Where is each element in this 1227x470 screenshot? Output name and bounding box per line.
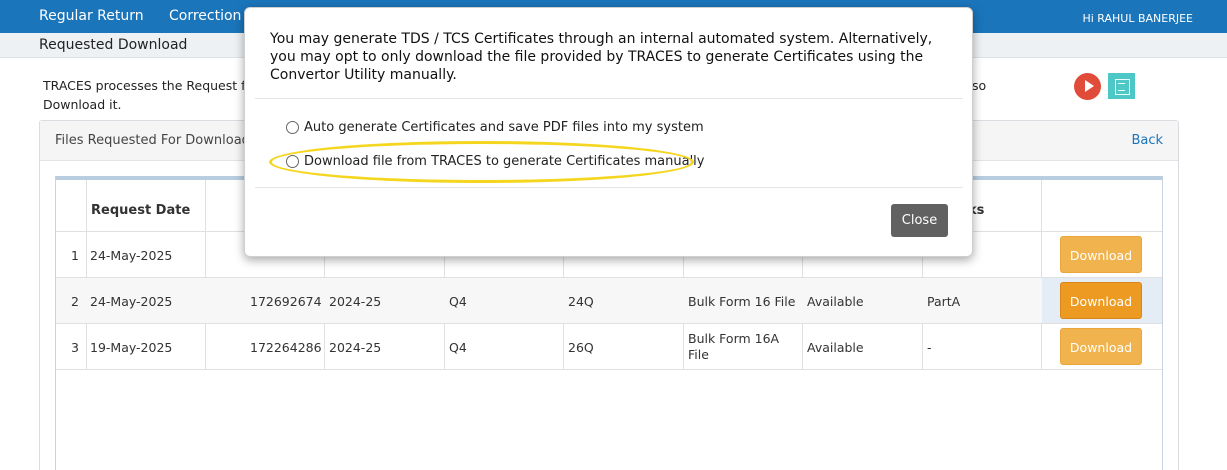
request-date: 24-May-2025 bbox=[90, 294, 173, 309]
radio-auto-generate[interactable] bbox=[286, 121, 299, 134]
quarter: Q4 bbox=[449, 340, 467, 355]
user-greeting: Hi RAHUL BANERJEE bbox=[1082, 12, 1193, 25]
modal-divider bbox=[255, 187, 963, 188]
option-auto-label: Auto generate Certificates and save PDF … bbox=[304, 120, 704, 135]
status: Available bbox=[807, 294, 864, 309]
financial-year: 2024-25 bbox=[329, 294, 382, 309]
status: Available bbox=[807, 340, 864, 355]
remarks: - bbox=[927, 340, 932, 355]
info-line1-end: so bbox=[972, 78, 987, 93]
download-button[interactable]: Download bbox=[1060, 328, 1142, 365]
form-type: 24Q bbox=[568, 294, 594, 309]
request-number: 172264286 bbox=[250, 340, 322, 355]
remarks: PartA bbox=[927, 294, 961, 309]
page-title: Requested Download bbox=[39, 37, 188, 53]
info-line2: Download it. bbox=[43, 97, 122, 112]
row-number: 3 bbox=[71, 340, 79, 355]
document-icon[interactable] bbox=[1108, 73, 1135, 99]
file-type-line2: File bbox=[688, 347, 709, 362]
nav-correction[interactable]: Correction bbox=[169, 8, 241, 24]
row-number: 2 bbox=[71, 294, 79, 309]
highlight-annotation bbox=[269, 141, 694, 183]
financial-year: 2024-25 bbox=[329, 340, 382, 355]
request-number: 172692674 bbox=[250, 294, 322, 309]
play-icon[interactable] bbox=[1074, 73, 1101, 100]
download-button[interactable]: Download bbox=[1060, 236, 1142, 273]
panel-title: Files Requested For Download bbox=[55, 133, 250, 148]
table-row: 3 19-May-2025 172264286 2024-25 Q4 26Q B… bbox=[56, 323, 1162, 369]
modal-message: You may generate TDS / TCS Certificates … bbox=[270, 31, 933, 83]
file-type: Bulk Form 16 File bbox=[688, 294, 796, 309]
quarter: Q4 bbox=[449, 294, 467, 309]
request-date: 19-May-2025 bbox=[90, 340, 173, 355]
request-date: 24-May-2025 bbox=[90, 248, 173, 263]
modal-divider bbox=[255, 98, 963, 99]
form-type: 26Q bbox=[568, 340, 594, 355]
table-row: 2 24-May-2025 172692674 2024-25 Q4 24Q B… bbox=[56, 277, 1162, 323]
nav-regular-return[interactable]: Regular Return bbox=[39, 8, 144, 24]
certificate-options-modal: You may generate TDS / TCS Certificates … bbox=[244, 7, 973, 257]
download-button[interactable]: Download bbox=[1060, 282, 1142, 319]
header-request-date: Request Date bbox=[91, 203, 191, 218]
close-button[interactable]: Close bbox=[891, 204, 948, 237]
back-link[interactable]: Back bbox=[1131, 133, 1163, 148]
info-line1-start: TRACES processes the Request for bbox=[43, 78, 259, 93]
row-number: 1 bbox=[71, 248, 79, 263]
file-type-line1: Bulk Form 16A bbox=[688, 331, 780, 346]
table-bottom-border bbox=[56, 369, 1162, 370]
